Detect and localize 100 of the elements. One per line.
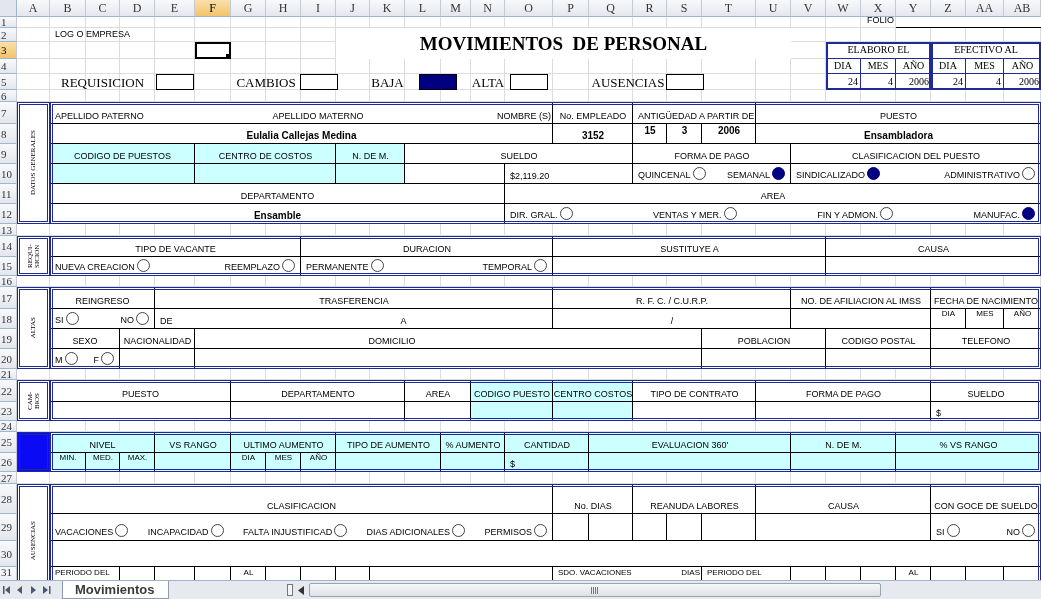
column-header[interactable]: E [155,0,195,17]
column-header[interactable]: J [336,0,370,17]
column-header[interactable]: AB [1004,0,1041,17]
column-header[interactable]: V [791,0,826,17]
date-column-label: AÑO [1004,59,1041,74]
date-value: 2006 [908,75,930,89]
field-value: 3 [681,126,688,136]
option-label: VENTAS Y MER. [653,211,722,220]
row-header[interactable]: 28 [0,484,17,514]
column-header[interactable]: L [405,0,441,17]
row-header[interactable]: 11 [0,184,17,204]
field-label: ANTIGÜEDAD A PARTIR DE [638,112,755,121]
row-header[interactable]: 12 [0,204,17,224]
field-label: SEXO [72,337,98,346]
option-label: PERMISOS [484,528,532,537]
column-header[interactable]: I [301,0,336,17]
row-header[interactable]: 7 [0,102,17,124]
option-label: REQUISICION [60,75,145,89]
column-header[interactable]: D [120,0,155,17]
sheet-tab[interactable]: Movimientos [62,581,170,599]
row-header[interactable]: 20 [0,349,17,369]
field-label: FORMA DE PAGO [674,152,750,161]
field-label: PUESTO [880,112,917,121]
column-header[interactable]: W [826,0,861,17]
row-header[interactable]: 27 [0,472,17,484]
field-label: NOMBRE (S) [497,112,551,121]
option-label: REEMPLAZO [224,263,280,272]
date-value: 24 [826,74,861,90]
column-header[interactable]: X [861,0,896,17]
option-label: DIR. GRAL. [510,211,558,220]
column-header[interactable]: K [370,0,405,17]
row-header[interactable]: 10 [0,164,17,184]
field-label: APELLIDO MATERNO [272,112,364,121]
column-header[interactable]: A [17,0,50,17]
row-header[interactable]: 1 [0,17,17,28]
row-header[interactable]: 17 [0,287,17,309]
row-header[interactable]: 3 [0,42,17,59]
field-label: CAUSA [828,502,859,511]
field-value: 3152 [581,131,605,141]
row-header[interactable]: 9 [0,144,17,164]
column-label: AÑO [1013,310,1032,318]
row-header[interactable]: 4 [0,59,17,74]
row-header[interactable]: 18 [0,309,17,329]
row-header[interactable]: 26 [0,453,17,472]
row-header[interactable]: 22 [0,380,17,402]
field-label: / [670,317,674,326]
field-label: TIPO DE CONTRATO [650,390,739,399]
row-header[interactable]: 14 [0,236,17,257]
field-label: PUESTO [122,390,159,399]
field-label: DIAS [681,569,700,577]
row-header[interactable]: 30 [0,541,17,567]
field-label: PERIODO DEL [707,569,762,577]
option-label: SINDICALIZADO [796,171,865,180]
column-header[interactable]: C [86,0,120,17]
column-header[interactable]: U [756,0,791,17]
column-header[interactable]: Y [896,0,931,17]
column-label: MAX. [127,454,148,462]
row-header[interactable]: 29 [0,514,17,541]
field-label: CLASIFICACION [267,502,336,511]
column-label: MED. [93,454,113,462]
field-label: DOMICILIO [368,337,416,346]
column-header[interactable]: F [195,0,231,17]
field-label: EVALUACION 360' [651,441,729,450]
column-header[interactable]: H [266,0,301,17]
option-label: ADMINISTRATIVO [944,171,1020,180]
column-header[interactable]: R [633,0,667,17]
column-header[interactable]: P [553,0,589,17]
row-header[interactable]: 8 [0,124,17,144]
column-header[interactable]: Z [931,0,966,17]
field-value: 15 [644,126,656,136]
field-label: % AUMENTO [445,441,501,450]
row-header[interactable]: 31 [0,567,17,580]
column-header[interactable]: S [667,0,702,17]
column-header[interactable]: N [471,0,505,17]
field-label: SUSTITUYE A [660,245,719,254]
column-header[interactable]: B [50,0,86,17]
row-header[interactable]: 2 [0,28,17,42]
column-header[interactable]: M [441,0,471,17]
field-label: APELLIDO PATERNO [55,112,144,121]
row-header[interactable]: 19 [0,329,17,349]
date-value: 2006 [1018,75,1040,89]
column-label: DIA [241,454,256,462]
row-header[interactable]: 15 [0,257,17,276]
row-header[interactable]: 25 [0,432,17,453]
folio-label: FOLIO [867,16,894,25]
column-header[interactable]: AA [966,0,1004,17]
date-column-label: MES [966,59,1004,74]
row-header[interactable]: 6 [0,90,17,102]
field-label: CODIGO POSTAL [841,337,916,346]
row-header[interactable]: 13 [0,224,17,236]
field-label: POBLACION [737,337,791,346]
column-header[interactable]: G [231,0,266,17]
field-label: DE [160,317,173,326]
row-header[interactable]: 5 [0,74,17,90]
column-header[interactable]: T [702,0,756,17]
column-header[interactable]: Q [589,0,633,17]
form-title: MOVIMIENTOS DE PERSONAL [336,28,791,59]
row-header[interactable]: 23 [0,402,17,421]
column-header[interactable]: O [505,0,553,17]
field-label: PERIODO DEL [55,569,110,577]
